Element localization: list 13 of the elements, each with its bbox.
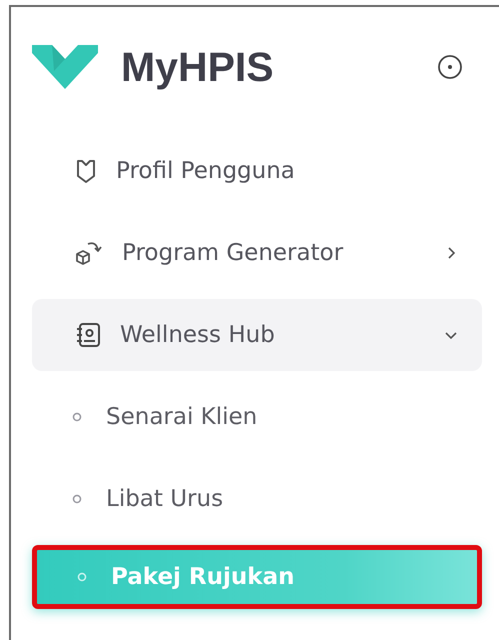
radio-circle-icon[interactable]	[437, 54, 463, 80]
menu-item[interactable]: Program Generator	[32, 217, 482, 289]
menu-item[interactable]: Profil Pengguna	[32, 135, 482, 207]
app-title: MyHPIS	[121, 44, 275, 90]
shield-icon	[74, 158, 98, 184]
bullet-icon	[72, 494, 82, 504]
contact-book-icon	[74, 321, 102, 349]
submenu-item[interactable]: Senarai Klien	[32, 381, 482, 453]
menu-item[interactable]: Wellness Hub	[32, 299, 482, 371]
submenu-item[interactable]: Libat Urus	[32, 463, 482, 535]
logo-icon	[32, 45, 98, 89]
bullet-icon	[72, 412, 82, 422]
bullet-icon	[77, 572, 87, 582]
